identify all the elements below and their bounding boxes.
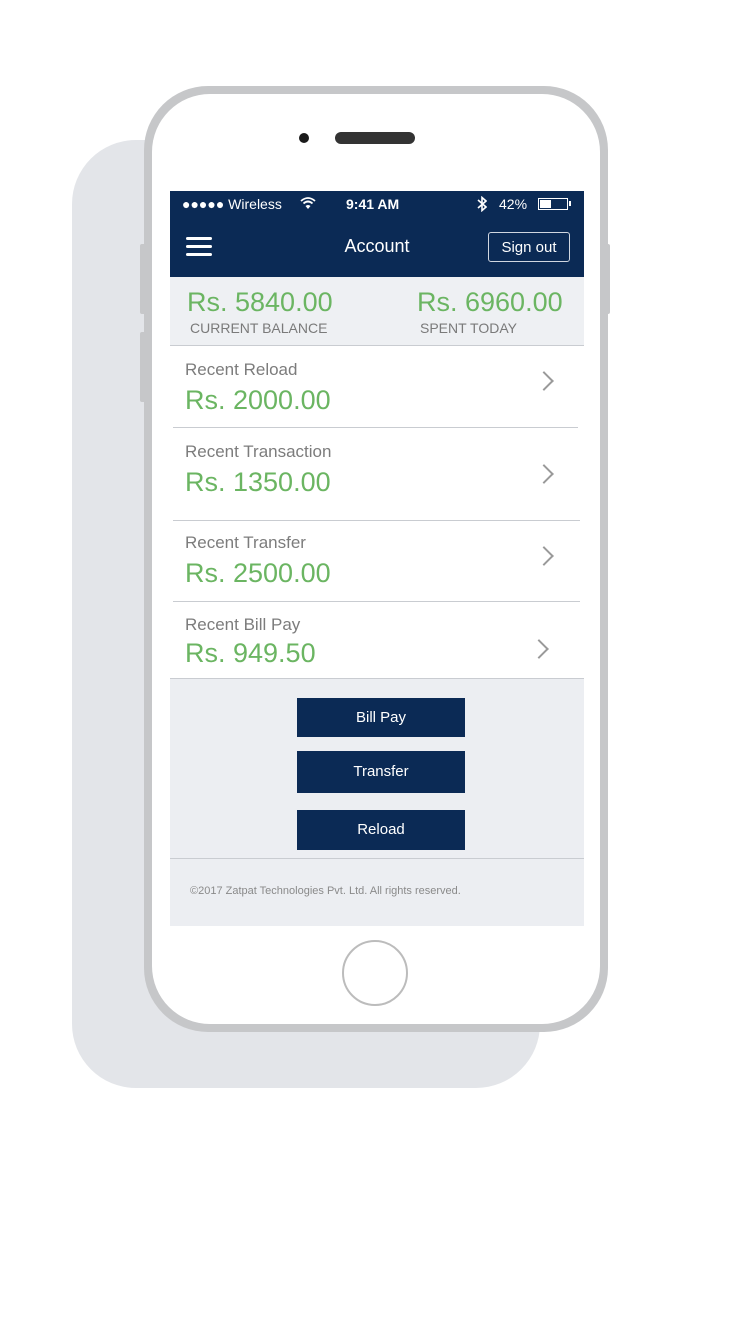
item-value: Rs. 2000.00 <box>185 385 331 415</box>
battery-icon <box>538 198 568 210</box>
bluetooth-icon <box>477 196 487 212</box>
status-time: 9:41 AM <box>346 196 400 212</box>
item-label: Recent Bill Pay <box>185 615 301 634</box>
current-balance-value: Rs. 5840.00 <box>187 287 333 317</box>
balance-summary: Rs. 5840.00 CURRENT BALANCE Rs. 6960.00 … <box>170 277 584 346</box>
chevron-right-icon <box>534 464 554 484</box>
volume-down-button <box>140 332 146 402</box>
front-camera <box>299 133 309 143</box>
list-item-recent-bill-pay[interactable]: Recent Bill Pay Rs. 949.50 <box>170 602 584 678</box>
list-item-recent-transaction[interactable]: Recent Transaction Rs. 1350.00 <box>170 428 584 520</box>
current-balance-label: CURRENT BALANCE <box>190 320 328 336</box>
sign-out-button[interactable]: Sign out <box>488 232 570 262</box>
copyright-text: ©2017 Zatpat Technologies Pvt. Ltd. All … <box>190 885 461 897</box>
item-label: Recent Transfer <box>185 533 306 552</box>
volume-up-button <box>140 244 146 314</box>
carrier-label: ●●●●● Wireless <box>182 196 282 212</box>
item-value: Rs. 949.50 <box>185 638 316 668</box>
battery-tip <box>569 201 571 206</box>
transfer-button[interactable]: Transfer <box>297 751 465 793</box>
chevron-right-icon <box>534 371 554 391</box>
app-screen: ●●●●● Wireless 9:41 AM 42% Account Sign … <box>170 191 584 926</box>
item-value: Rs. 2500.00 <box>185 558 331 588</box>
footer-divider <box>170 858 584 859</box>
spent-today-value: Rs. 6960.00 <box>417 287 563 317</box>
chevron-right-icon <box>529 639 549 659</box>
power-button <box>604 244 610 314</box>
list-item-recent-reload[interactable]: Recent Reload Rs. 2000.00 <box>170 346 584 427</box>
battery-fill <box>540 200 551 208</box>
nav-bar: Account Sign out <box>170 217 584 277</box>
battery-percent: 42% <box>499 196 528 212</box>
actions-panel: Bill Pay Transfer Reload ©2017 Zatpat Te… <box>170 679 584 926</box>
bill-pay-button[interactable]: Bill Pay <box>297 698 465 737</box>
spent-today-label: SPENT TODAY <box>420 320 517 336</box>
item-value: Rs. 1350.00 <box>185 467 331 497</box>
item-label: Recent Reload <box>185 360 298 379</box>
chevron-right-icon <box>534 546 554 566</box>
list-item-recent-transfer[interactable]: Recent Transfer Rs. 2500.00 <box>170 521 584 601</box>
home-button[interactable] <box>342 940 408 1006</box>
earpiece-speaker <box>335 132 415 144</box>
wifi-icon <box>300 197 316 209</box>
status-bar: ●●●●● Wireless 9:41 AM 42% <box>170 191 584 217</box>
reload-button[interactable]: Reload <box>297 810 465 850</box>
item-label: Recent Transaction <box>185 442 332 461</box>
